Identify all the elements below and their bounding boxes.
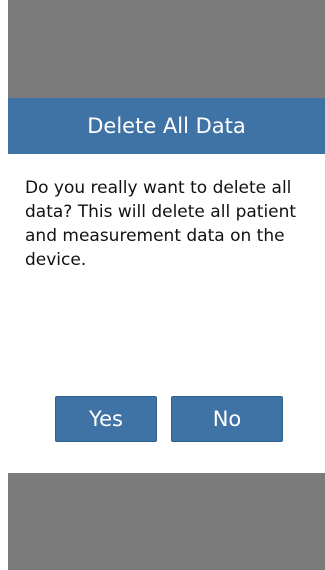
no-button[interactable]: No — [171, 396, 283, 442]
bottom-overlay-area — [8, 473, 325, 570]
dialog-title-bar: Delete All Data — [8, 98, 325, 154]
dialog-button-row: Yes No — [8, 396, 325, 444]
dialog-title: Delete All Data — [87, 114, 246, 138]
dialog-message: Do you really want to delete all data? T… — [25, 178, 297, 270]
delete-all-data-dialog: Delete All Data Do you really want to de… — [8, 98, 325, 473]
yes-button[interactable]: Yes — [55, 396, 157, 442]
device-screen: Delete All Data Do you really want to de… — [8, 0, 325, 570]
